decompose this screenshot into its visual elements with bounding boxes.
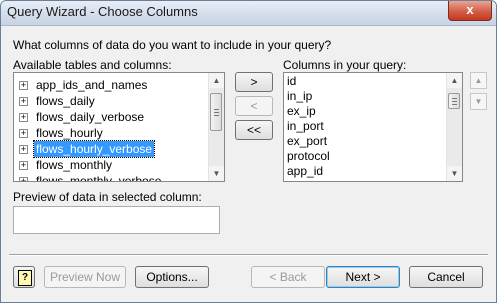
scroll-up-icon[interactable]: ▲ <box>447 73 462 88</box>
available-tables-list[interactable]: + app_ids_and_names + flows_daily + flows_dai… <box>13 72 225 182</box>
query-column-item[interactable]: app_id <box>287 164 323 179</box>
move-down-button[interactable]: ▼ <box>470 93 487 110</box>
tree-item[interactable]: + flows_daily_verbose <box>14 109 210 125</box>
back-button[interactable]: < Back <box>251 266 325 288</box>
scroll-up-icon[interactable]: ▲ <box>209 73 224 88</box>
remove-all-columns-button[interactable]: << <box>235 120 273 140</box>
tree-item[interactable]: + flows_hourly <box>14 125 210 141</box>
expand-plus-icon[interactable]: + <box>19 97 28 106</box>
preview-label: Preview of data in selected column: <box>13 190 202 204</box>
query-column-item[interactable]: packets_in <box>287 179 344 181</box>
expand-plus-icon[interactable]: + <box>19 129 28 138</box>
query-wizard-window: Query Wizard - Choose Columns x What col… <box>0 0 497 303</box>
query-columns-list[interactable]: id in_ip ex_ip in_port ex_port protocol app_id… <box>283 72 463 182</box>
window-title: Query Wizard - Choose Columns <box>7 4 198 19</box>
available-scrollbar[interactable]: ▲ ▼ <box>208 73 224 181</box>
options-button[interactable]: Options... <box>135 266 209 288</box>
next-button[interactable]: Next > <box>326 266 400 288</box>
tree-item[interactable]: + flows_monthly_verbose <box>14 173 210 182</box>
tree-item-label: flows_hourly <box>36 126 103 140</box>
dialog-body: What columns of data do you want to incl… <box>6 26 491 297</box>
scroll-thumb[interactable] <box>210 93 222 131</box>
add-column-button[interactable]: > <box>235 72 273 92</box>
tree-item[interactable]: + app_ids_and_names <box>14 77 210 93</box>
query-column-item[interactable]: ex_ip <box>287 104 316 119</box>
title-bar[interactable]: Query Wizard - Choose Columns x <box>1 1 496 26</box>
prompt-text: What columns of data do you want to incl… <box>13 38 332 52</box>
scroll-down-icon[interactable]: ▼ <box>209 166 224 181</box>
tree-item-label: app_ids_and_names <box>36 78 148 92</box>
expand-plus-icon[interactable]: + <box>19 81 28 90</box>
tree-item[interactable]: + flows_monthly <box>14 157 210 173</box>
tree-item-label: flows_daily <box>36 94 95 108</box>
query-columns-label: Columns in your query: <box>283 58 407 72</box>
tree-item-label: flows_hourly_verbose <box>32 140 156 158</box>
tree-item-label: flows_daily_verbose <box>36 110 145 124</box>
query-column-item[interactable]: in_port <box>287 119 324 134</box>
expand-plus-icon[interactable]: + <box>19 113 28 122</box>
query-column-item[interactable]: in_ip <box>287 89 312 104</box>
help-button[interactable]: ? <box>13 266 35 288</box>
separator <box>9 254 488 256</box>
query-scrollbar[interactable]: ▲ ▼ <box>446 73 462 181</box>
preview-now-button[interactable]: Preview Now <box>44 266 126 288</box>
tree-item-label: flows_monthly_verbose <box>36 174 162 182</box>
preview-field[interactable] <box>13 206 220 234</box>
tree-item[interactable]: + flows_hourly_verbose <box>14 140 210 158</box>
query-column-item[interactable]: id <box>287 74 296 89</box>
expand-plus-icon[interactable]: + <box>19 177 28 181</box>
expand-plus-icon[interactable]: + <box>19 161 28 170</box>
tree-item-label: flows_monthly <box>36 158 113 172</box>
help-icon: ? <box>18 270 32 286</box>
scroll-thumb[interactable] <box>448 93 460 109</box>
move-up-button[interactable]: ▲ <box>470 72 487 89</box>
tree-item[interactable]: + flows_daily <box>14 93 210 109</box>
scroll-down-icon[interactable]: ▼ <box>447 166 462 181</box>
available-label: Available tables and columns: <box>13 58 172 72</box>
expand-plus-icon[interactable]: + <box>19 145 28 154</box>
close-button[interactable]: x <box>448 1 492 21</box>
cancel-button[interactable]: Cancel <box>409 266 483 288</box>
query-column-item[interactable]: ex_port <box>287 134 327 149</box>
query-column-item[interactable]: protocol <box>287 149 330 164</box>
remove-column-button[interactable]: < <box>235 96 273 116</box>
